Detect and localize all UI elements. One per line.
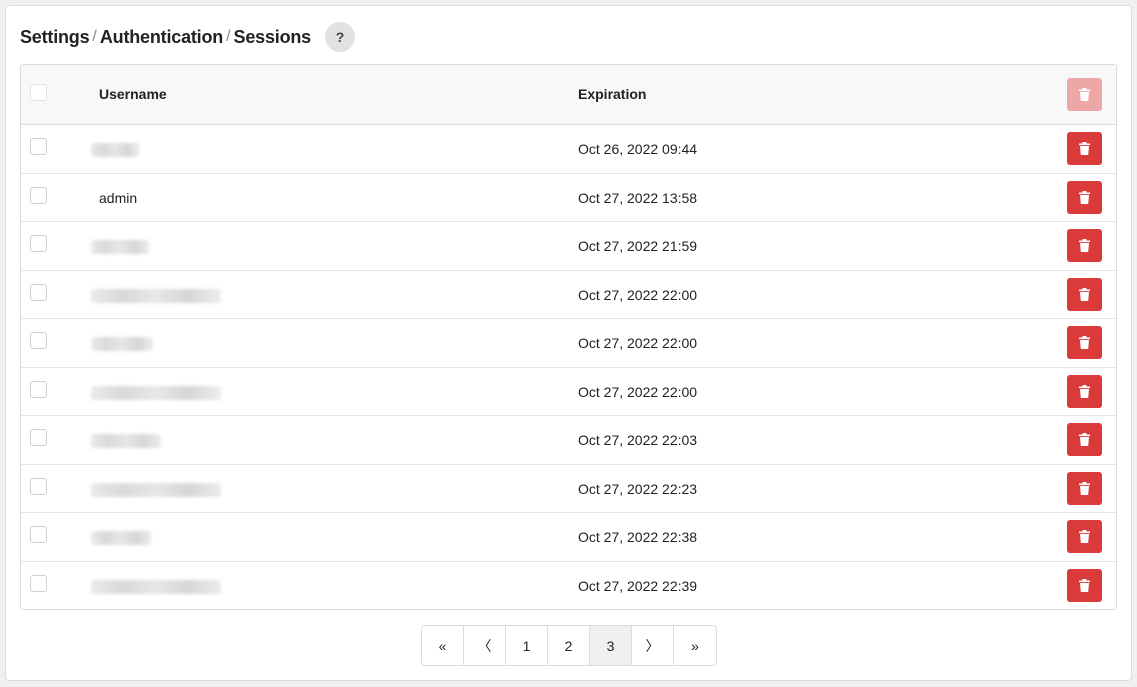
- redacted-username: [91, 385, 221, 400]
- trash-icon: [1079, 578, 1090, 592]
- expiration-cell: Oct 27, 2022 21:59: [578, 238, 698, 254]
- breadcrumb-authentication[interactable]: Authentication: [100, 27, 223, 48]
- next-page-button[interactable]: 〉: [632, 626, 674, 665]
- help-icon: ?: [335, 29, 345, 45]
- page-2-button[interactable]: 2: [548, 626, 590, 665]
- help-button[interactable]: ?: [324, 22, 355, 52]
- table-row: Oct 27, 2022 21:59: [21, 222, 1116, 271]
- trash-icon: [1079, 336, 1090, 349]
- select-all-checkbox[interactable]: [30, 84, 47, 101]
- breadcrumb-separator: /: [226, 28, 231, 45]
- table-row: Oct 26, 2022 09:44: [21, 125, 1116, 174]
- delete-session-button[interactable]: [1067, 374, 1102, 408]
- pagination: « 〈 1 2 3 〉 »: [421, 625, 717, 666]
- trash-icon: [1079, 530, 1090, 543]
- bulk-delete-button[interactable]: [1067, 78, 1102, 111]
- row-checkbox[interactable]: [30, 235, 47, 252]
- trash-icon: [1079, 481, 1090, 495]
- redacted-username: [91, 579, 221, 594]
- delete-session-button[interactable]: [1067, 326, 1102, 359]
- row-checkbox[interactable]: [30, 332, 47, 349]
- expiration-cell: Oct 27, 2022 22:00: [578, 335, 698, 351]
- username-cell: admin: [99, 189, 138, 206]
- delete-session-button[interactable]: [1067, 132, 1102, 165]
- trash-icon: [1079, 433, 1090, 446]
- column-header-username[interactable]: Username: [99, 86, 167, 102]
- delete-session-button[interactable]: [1067, 568, 1102, 602]
- trash-icon: [1079, 287, 1090, 301]
- expiration-cell: Oct 27, 2022 22:03: [578, 432, 698, 448]
- table-row: admin Oct 27, 2022 13:58: [21, 174, 1116, 222]
- delete-session-button[interactable]: [1067, 471, 1102, 505]
- page-1-button[interactable]: 1: [506, 626, 548, 665]
- trash-icon: [1079, 239, 1090, 252]
- redacted-username: [91, 434, 161, 448]
- expiration-cell: Oct 27, 2022 13:58: [578, 189, 698, 206]
- delete-session-button[interactable]: [1067, 229, 1102, 262]
- expiration-cell: Oct 27, 2022 22:23: [578, 480, 698, 497]
- table-row: Oct 27, 2022 22:00: [21, 368, 1116, 416]
- first-page-button[interactable]: «: [422, 626, 464, 665]
- delete-session-button[interactable]: [1067, 520, 1102, 553]
- trash-icon: [1079, 88, 1090, 101]
- row-checkbox[interactable]: [30, 526, 47, 543]
- table-header: Username Expiration: [21, 65, 1116, 125]
- redacted-username: [91, 143, 139, 157]
- expiration-cell: Oct 27, 2022 22:00: [578, 286, 698, 303]
- table-row: Oct 27, 2022 22:03: [21, 416, 1116, 465]
- delete-session-button[interactable]: [1067, 423, 1102, 456]
- sessions-table: Username Expiration Oct 26, 2022 09:44 ad…: [20, 64, 1117, 610]
- table-row: Oct 27, 2022 22:38: [21, 513, 1116, 562]
- breadcrumb-separator: /: [92, 28, 97, 45]
- row-checkbox[interactable]: [30, 477, 47, 495]
- table-row: Oct 27, 2022 22:00: [21, 319, 1116, 368]
- page-title: Sessions: [233, 26, 312, 47]
- breadcrumb-settings[interactable]: Settings: [20, 27, 90, 48]
- column-header-expiration[interactable]: Expiration: [578, 86, 646, 102]
- redacted-username: [91, 482, 221, 497]
- row-checkbox[interactable]: [30, 138, 47, 155]
- redacted-username: [91, 337, 153, 351]
- delete-session-button[interactable]: [1067, 180, 1102, 214]
- redacted-username: [91, 240, 149, 254]
- delete-session-button[interactable]: [1067, 277, 1102, 311]
- row-checkbox[interactable]: [30, 283, 47, 301]
- redacted-username: [91, 288, 221, 303]
- table-body: Oct 26, 2022 09:44 admin Oct 27, 2022 13:5…: [21, 125, 1116, 610]
- table-row: Oct 27, 2022 22:23: [21, 465, 1116, 513]
- expiration-cell: Oct 27, 2022 22:00: [578, 383, 698, 400]
- breadcrumb: Settings / Authentication / Sessions ?: [20, 21, 355, 53]
- trash-icon: [1079, 190, 1090, 204]
- table-row: Oct 27, 2022 22:00: [21, 271, 1116, 319]
- row-checkbox[interactable]: [30, 429, 47, 446]
- row-checkbox[interactable]: [30, 186, 47, 204]
- table-row: Oct 27, 2022 22:39: [21, 562, 1116, 610]
- prev-page-button[interactable]: 〈: [464, 626, 506, 665]
- redacted-username: [91, 531, 151, 545]
- last-page-button[interactable]: »: [674, 626, 716, 665]
- expiration-cell: Oct 26, 2022 09:44: [578, 141, 698, 157]
- sessions-panel: Settings / Authentication / Sessions ? U…: [5, 5, 1132, 681]
- row-checkbox[interactable]: [30, 574, 47, 592]
- row-checkbox[interactable]: [30, 380, 47, 398]
- expiration-cell: Oct 27, 2022 22:38: [578, 529, 698, 545]
- trash-icon: [1079, 384, 1090, 398]
- page-3-button[interactable]: 3: [590, 626, 632, 665]
- trash-icon: [1079, 142, 1090, 155]
- expiration-cell: Oct 27, 2022 22:39: [578, 577, 698, 594]
